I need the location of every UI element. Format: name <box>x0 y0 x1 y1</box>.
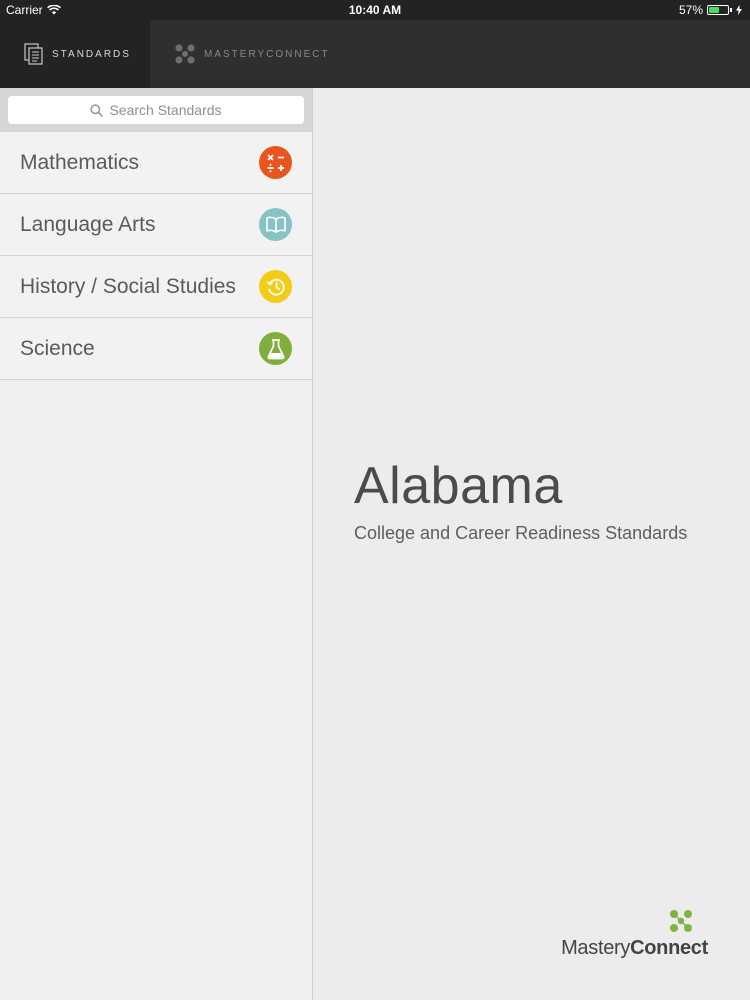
tab-standards-label: STANDARDS <box>52 48 131 60</box>
search-placeholder: Search Standards <box>109 102 222 118</box>
search-input[interactable]: Search Standards <box>8 96 304 124</box>
subject-item-language-arts[interactable]: Language Arts <box>0 194 312 256</box>
subject-item-history-social-studies[interactable]: History / Social Studies <box>0 256 312 318</box>
sidebar: Search Standards Mathematics Language Ar… <box>0 88 313 1000</box>
masteryconnect-brand-logo: MasteryConnect <box>561 908 708 960</box>
clock: 10:40 AM <box>348 3 402 17</box>
history-clock-icon <box>259 270 292 303</box>
subject-label: History / Social Studies <box>20 274 236 298</box>
subject-label: Language Arts <box>20 212 156 236</box>
flask-icon <box>259 332 292 365</box>
battery-percent: 57% <box>678 3 703 17</box>
subject-label: Science <box>20 336 95 360</box>
masteryconnect-logo-icon <box>175 44 195 64</box>
page-title: Alabama <box>354 457 563 515</box>
battery-indicator: 57% <box>679 3 742 17</box>
subject-item-science[interactable]: Science <box>0 318 312 380</box>
tab-standards[interactable]: STANDARDS <box>0 20 150 88</box>
tab-masteryconnect[interactable]: MASTERYCONNECT <box>150 20 350 88</box>
battery-icon <box>707 5 729 15</box>
brand-wordmark: MasteryConnect <box>561 937 708 959</box>
tab-masteryconnect-label: MASTERYCONNECT <box>204 48 330 60</box>
math-operators-icon <box>259 146 292 179</box>
document-stack-icon <box>24 43 43 65</box>
masteryconnect-logo-icon <box>670 910 692 932</box>
top-navbar: STANDARDS MASTERYCONNECT <box>0 20 750 88</box>
page-subtitle: College and Career Readiness Standards <box>354 523 688 543</box>
search-bar: Search Standards <box>0 88 312 132</box>
main-content: Alabama College and Career Readiness Sta… <box>314 88 750 1000</box>
status-bar: Carrier 10:40 AM 57% <box>0 0 750 20</box>
subject-label: Mathematics <box>20 150 140 174</box>
search-icon <box>90 103 104 117</box>
charging-bolt-icon <box>736 5 742 15</box>
open-book-icon <box>259 208 292 241</box>
subject-item-mathematics[interactable]: Mathematics <box>0 132 312 194</box>
